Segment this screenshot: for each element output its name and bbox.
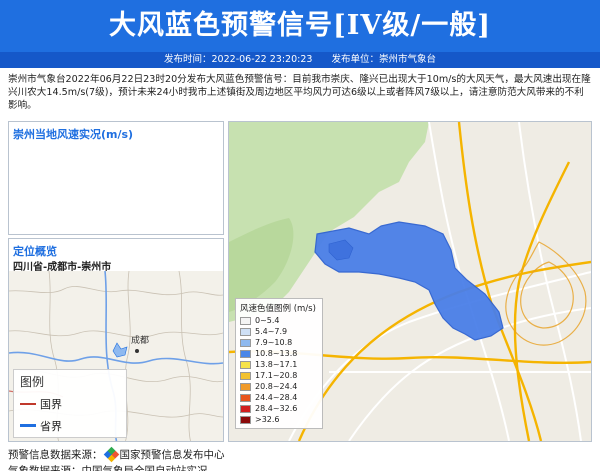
legend-label: 省界 — [40, 419, 62, 433]
source-line: 预警信息数据来源： 国家预警信息发布中心 — [8, 446, 225, 463]
wind-legend-label: 7.9~10.8 — [255, 338, 293, 347]
source-prefix: 预警信息数据来源： — [8, 449, 103, 461]
location-panel: 定位概览 四川省-成都市-崇州市 成都 图例 国界 省界 — [8, 238, 224, 442]
province-border-swatch — [20, 424, 36, 427]
wind-legend-item: 7.9~10.8 — [240, 337, 318, 348]
warning-description: 崇州市气象台2022年06月22日23时20分发布大风蓝色预警信号：目前我市崇庆… — [8, 74, 591, 111]
wind-legend-item: 24.4~28.4 — [240, 392, 318, 403]
wind-legend-item: >32.6 — [240, 414, 318, 425]
wind-legend-swatch — [240, 415, 251, 424]
map-legend: 图例 国界 省界 — [13, 369, 127, 438]
wind-speed-legend: 风速色值图例 (m/s) 0~5.4 5.4~7.9 7.9~10.8 10.8~13… — [235, 298, 323, 429]
publisher: 发布单位：崇州市气象台 — [331, 54, 436, 65]
legend-item-national-border: 国界 — [20, 396, 62, 412]
wind-legend-label: 20.8~24.4 — [255, 382, 298, 391]
wind-legend-label: 10.8~13.8 — [255, 349, 298, 358]
publish-info-bar: 发布时间：2022-06-22 23:20:23 发布单位：崇州市气象台 — [0, 52, 600, 68]
wind-legend-label: 24.4~28.4 — [255, 393, 298, 402]
warning-map-panel: 风速色值图例 (m/s) 0~5.4 5.4~7.9 7.9~10.8 10.8~13… — [228, 121, 592, 442]
wind-legend-item: 13.8~17.1 — [240, 359, 318, 370]
page-title: 大风蓝色预警信号[IV级/一般] — [109, 10, 491, 41]
wind-legend-rows: 0~5.4 5.4~7.9 7.9~10.8 10.8~13.8 13.8~17.1 17… — [240, 315, 318, 425]
wind-legend-item: 5.4~7.9 — [240, 326, 318, 337]
wind-legend-swatch — [240, 404, 251, 413]
wind-legend-swatch — [240, 349, 251, 358]
live-wind-title: 崇州当地风速实况(m/s) — [13, 128, 134, 141]
legend-item-province-border: 省界 — [20, 418, 62, 434]
publish-time: 发布时间：2022-06-22 23:20:23 — [164, 54, 313, 65]
wind-legend-swatch — [240, 371, 251, 380]
wind-legend-swatch — [240, 327, 251, 336]
live-wind-panel: 崇州当地风速实况(m/s) — [8, 121, 224, 235]
wind-legend-title: 风速色值图例 (m/s) — [240, 304, 316, 314]
map-legend-title: 图例 — [20, 375, 45, 389]
wind-legend-item: 0~5.4 — [240, 315, 318, 326]
warning-center-logo-icon — [103, 446, 119, 463]
wind-legend-label: 28.4~32.6 — [255, 404, 298, 413]
legend-label: 国界 — [40, 398, 62, 411]
wind-legend-label: >32.6 — [255, 415, 280, 424]
wind-legend-label: 5.4~7.9 — [255, 327, 288, 336]
location-title: 定位概览 — [13, 245, 57, 258]
data-source-line: 气象数据来源：中国气象局全国自动站实况 — [8, 465, 208, 471]
wind-legend-label: 17.1~20.8 — [255, 371, 298, 380]
map-city-label: 成都 — [131, 334, 149, 346]
wind-legend-swatch — [240, 393, 251, 402]
wind-legend-swatch — [240, 338, 251, 347]
wind-legend-swatch — [240, 382, 251, 391]
wind-legend-item: 20.8~24.4 — [240, 381, 318, 392]
national-border-swatch — [20, 403, 36, 405]
wind-legend-item: 10.8~13.8 — [240, 348, 318, 359]
wind-legend-item: 28.4~32.6 — [240, 403, 318, 414]
wind-legend-label: 0~5.4 — [255, 316, 280, 325]
wind-legend-swatch — [240, 316, 251, 325]
source-name[interactable]: 国家预警信息发布中心 — [120, 447, 225, 462]
wind-legend-swatch — [240, 360, 251, 369]
wind-legend-item: 17.1~20.8 — [240, 370, 318, 381]
wind-legend-label: 13.8~17.1 — [255, 360, 298, 369]
